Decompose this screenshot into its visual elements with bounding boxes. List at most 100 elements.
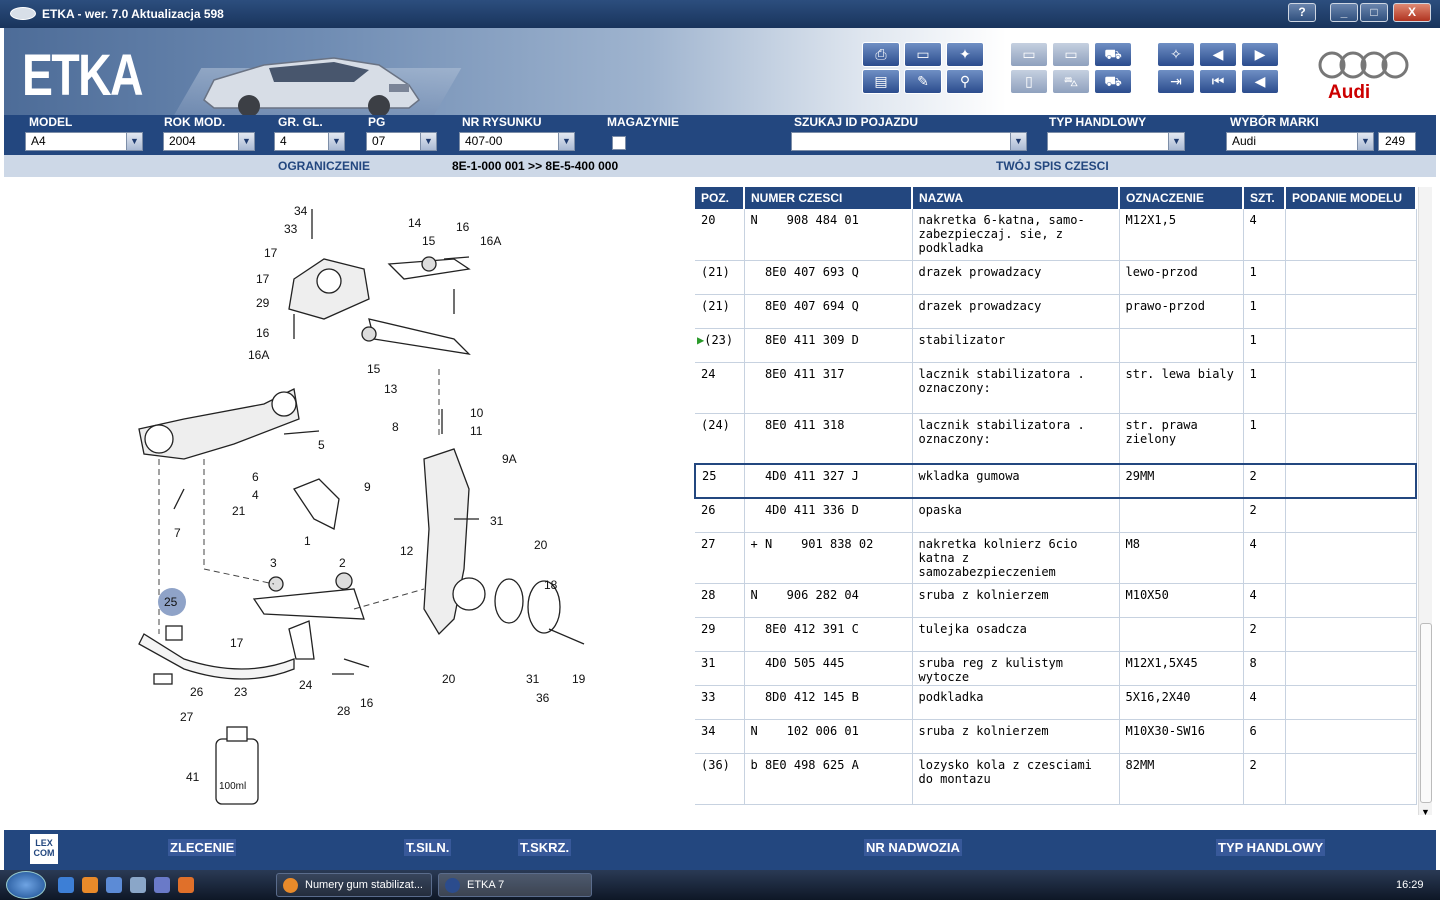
back-icon[interactable]: ◀	[1241, 69, 1279, 94]
typ-select[interactable]: ▼	[1047, 132, 1185, 151]
cell-name: podkladka	[912, 685, 1120, 720]
spis-link[interactable]: TWÓJ SPIS CZESCI	[996, 159, 1109, 173]
table-header-row: POZ. NUMER CZESCI NAZWA OZNACZENIE SZT. …	[695, 187, 1417, 209]
screen-icon[interactable]: ▭	[904, 42, 942, 67]
exit-icon[interactable]: ⇥	[1157, 69, 1195, 94]
app-quick-icon[interactable]	[154, 877, 170, 893]
firefox2-icon[interactable]	[178, 877, 194, 893]
scroll-down-icon[interactable]: ▼	[1421, 807, 1430, 817]
firefox-icon[interactable]	[82, 877, 98, 893]
diagram-label: 13	[384, 382, 398, 396]
diagram-label: 17	[264, 246, 278, 260]
first-icon[interactable]: ⏮	[1199, 69, 1237, 94]
computer-icon[interactable]: ▯	[1010, 69, 1048, 94]
cell-part-number: 4D0 411 327 J	[744, 463, 913, 499]
nr-select[interactable]: 407-00 ▼	[459, 132, 575, 151]
maximize-button[interactable]: □	[1360, 3, 1388, 22]
window-titlebar: ETKA - wer. 7.0 Aktualizacja 598 ? _ □ X	[0, 0, 1440, 28]
diagram-label: 2	[339, 556, 346, 570]
explorer-icon[interactable]	[106, 877, 122, 893]
bike-icon[interactable]: ⚲	[946, 69, 984, 94]
parts-diagram[interactable]: 34 33 17 17 29 16 16A 14 15 16 16A 15 13…	[124, 189, 624, 819]
table-row[interactable]: 24 8E0 411 317 lacznik stabilizatora . oz…	[695, 362, 1417, 414]
ie-icon[interactable]	[58, 877, 74, 893]
table-row[interactable]: (21) 8E0 407 693 Qdrazek prowadzacy lewo-…	[695, 260, 1417, 295]
start-button[interactable]	[6, 871, 46, 899]
task-etka[interactable]: ETKA 7	[438, 873, 592, 897]
diagram-label: 33	[284, 222, 298, 236]
cell-model	[1285, 260, 1417, 295]
cell-model	[1285, 463, 1417, 499]
task-browser[interactable]: Numery gum stabilizat...	[276, 873, 432, 897]
scroll-thumb[interactable]	[1420, 623, 1432, 803]
table-row[interactable]: 33 8D0 412 145 Bpodkladka 5X16,2X40 4	[695, 685, 1417, 720]
car-search-icon[interactable]: ⛍	[1052, 69, 1090, 94]
firefox-icon	[283, 878, 298, 893]
col-header[interactable]: POZ.	[695, 187, 745, 209]
table-row[interactable]: 20 N 908 484 01 nakretka 6-katna, samo- za…	[695, 209, 1417, 261]
cell-qty: 1	[1243, 294, 1286, 329]
col-header[interactable]: OZNACZENIE	[1119, 187, 1244, 209]
cell-part-number: 4D0 411 336 D	[744, 498, 913, 533]
magazynie-checkbox[interactable]	[612, 136, 626, 150]
nr-nadwozia-link[interactable]: NR NADWOZIA	[864, 839, 962, 856]
table-row[interactable]: 26 4D0 411 336 Dopaska 2	[695, 498, 1417, 533]
minimize-button[interactable]: _	[1330, 3, 1358, 22]
cell-name: stabilizator	[912, 328, 1120, 363]
keyboard-icon[interactable]: ▤	[862, 69, 900, 94]
table-row[interactable]: 31 4D0 505 445 sruba reg z kulistym wytoc…	[695, 651, 1417, 686]
chevron-down-icon: ▼	[420, 133, 436, 150]
depot-icon[interactable]: ▭	[1052, 42, 1090, 67]
typ-handlowy-link[interactable]: TYP HANDLOWY	[1216, 839, 1326, 856]
cell-designation: M12X1,5	[1119, 209, 1244, 261]
prev-page-icon[interactable]: ◀	[1199, 42, 1237, 67]
cell-designation: prawo-przod	[1119, 294, 1244, 329]
desktop-icon[interactable]	[130, 877, 146, 893]
tsiln-link[interactable]: T.SILN.	[404, 839, 452, 856]
zlecenie-link[interactable]: ZLECENIE	[168, 839, 237, 856]
audi-brand-text: Audi	[1328, 82, 1371, 103]
table-row[interactable]: 29 8E0 412 391 Ctulejka osadcza 2	[695, 617, 1417, 652]
cell-model	[1285, 753, 1417, 805]
cart-add-icon[interactable]: ⛟	[1094, 42, 1132, 67]
table-row[interactable]: (21) 8E0 407 694 Qdrazek prowadzacy prawo…	[695, 294, 1417, 329]
marka-select[interactable]: Audi ▼	[1226, 132, 1374, 151]
table-row[interactable]: (24) 8E0 411 318 lacznik stabilizatora . …	[695, 413, 1417, 465]
table-row[interactable]: (36) b 8E0 498 625 Alozysko kola z czesci…	[695, 753, 1417, 805]
table-row[interactable]: 25 4D0 411 327 Jwkladka gumowa 29MM 2	[694, 463, 1417, 499]
ograniczenie-label: OGRANICZENIE	[278, 159, 371, 173]
pencil-icon[interactable]: ✎	[904, 69, 942, 94]
print-icon[interactable]: ⎙	[862, 42, 900, 67]
cell-poz: 29	[695, 617, 745, 652]
szukaj-input[interactable]: ▼	[791, 132, 1027, 151]
col-header[interactable]: NAZWA	[912, 187, 1120, 209]
cell-poz: (21)	[695, 260, 745, 295]
cell-poz: 33	[695, 685, 745, 720]
table-row[interactable]: 34 N 102 006 01 sruba z kolnierzem M10X30-S…	[695, 719, 1417, 754]
col-header[interactable]: PODANIE MODELU	[1285, 187, 1417, 209]
table-row[interactable]: 27 + N 901 838 02 nakretka kolnierz 6cio k…	[695, 532, 1417, 584]
cell-name: drazek prowadzacy	[912, 260, 1120, 295]
help-button[interactable]: ?	[1288, 3, 1316, 22]
tskrz-link[interactable]: T.SKRZ.	[518, 839, 572, 856]
diagram-label: 11	[470, 424, 483, 438]
diagram-label: 41	[186, 770, 200, 784]
cart-icon[interactable]: ⛟	[1094, 69, 1132, 94]
model-select[interactable]: A4 ▼	[25, 132, 143, 151]
diagram-label: 29	[256, 296, 270, 310]
handshake-icon[interactable]: ✦	[946, 42, 984, 67]
chevron-down-icon: ▼	[126, 133, 142, 150]
col-header[interactable]: SZT.	[1243, 187, 1286, 209]
table-row[interactable]: ▶(23) 8E0 411 309 Dstabilizator 1	[695, 328, 1417, 363]
table-scrollbar[interactable]: ▼	[1418, 187, 1432, 817]
table-row[interactable]: 28 N 906 282 04 sruba z kolnierzem M10X50 4	[695, 583, 1417, 618]
elsa-icon[interactable]: ▭	[1010, 42, 1048, 67]
next-page-icon[interactable]: ▶	[1241, 42, 1279, 67]
rok-select[interactable]: 2004 ▼	[163, 132, 255, 151]
pin-icon[interactable]: ✧	[1157, 42, 1195, 67]
col-header[interactable]: NUMER CZESCI	[744, 187, 913, 209]
diagram-label: 4	[252, 488, 259, 502]
grgl-select[interactable]: 4 ▼	[274, 132, 345, 151]
pg-select[interactable]: 07 ▼	[366, 132, 437, 151]
close-button[interactable]: X	[1393, 3, 1431, 22]
